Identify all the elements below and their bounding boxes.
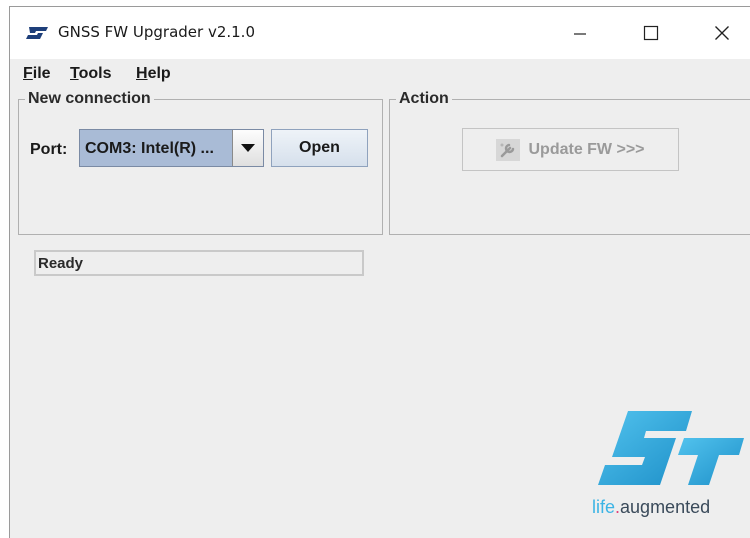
dropdown-arrow-icon (241, 143, 255, 152)
menu-help-mnemonic: H (136, 65, 148, 82)
update-fw-label: Update FW >>> (528, 140, 645, 158)
menu-file-label: ile (32, 65, 51, 82)
close-icon (715, 26, 729, 40)
new-connection-group: New connection (18, 90, 383, 235)
update-fw-button[interactable]: Update FW >>> (462, 128, 679, 171)
port-label: Port: (30, 141, 68, 158)
menu-file-mnemonic: F (23, 65, 33, 82)
tagline-augmented: augmented (620, 497, 711, 517)
menu-help[interactable]: Help (136, 65, 171, 83)
close-button[interactable] (693, 7, 750, 59)
new-connection-title: New connection (25, 90, 154, 108)
open-button-label: Open (299, 139, 340, 156)
app-window: GNSS FW Upgrader v2.1.0 File Tools Help … (9, 6, 750, 538)
title-bar[interactable]: GNSS FW Upgrader v2.1.0 (10, 7, 750, 59)
tagline-life: life (592, 497, 616, 517)
wrench-icon (496, 138, 521, 161)
menu-tools-label: ools (78, 65, 112, 82)
maximize-icon (643, 25, 659, 41)
action-title: Action (396, 90, 452, 108)
brand-tagline: life.augmented (592, 497, 710, 518)
port-select-value: COM3: Intel(R) ... (85, 140, 214, 157)
window-title: GNSS FW Upgrader v2.1.0 (58, 23, 255, 41)
menu-file[interactable]: File (23, 65, 51, 83)
status-field: Ready (34, 250, 364, 276)
open-button[interactable]: Open (271, 129, 368, 167)
menu-tools-mnemonic: T (70, 65, 79, 82)
status-text: Ready (38, 255, 84, 272)
port-dropdown-button[interactable] (232, 130, 263, 166)
maximize-button[interactable] (622, 7, 680, 59)
st-logo-icon (26, 27, 48, 39)
minimize-icon (574, 33, 586, 35)
port-select[interactable]: COM3: Intel(R) ... (79, 129, 264, 167)
menu-bar: File Tools Help (10, 59, 750, 89)
minimize-button[interactable] (551, 7, 609, 59)
menu-help-label: elp (147, 65, 171, 82)
menu-tools[interactable]: Tools (70, 65, 111, 83)
